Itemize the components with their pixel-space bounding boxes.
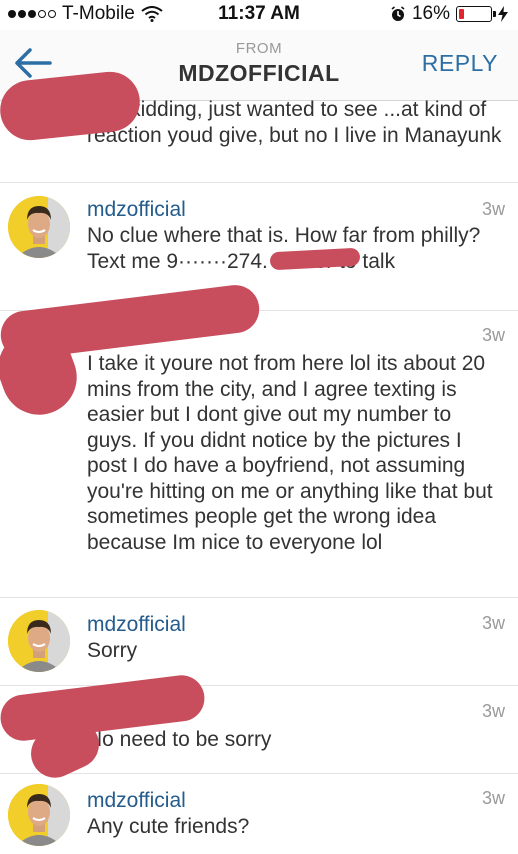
alarm-icon <box>391 6 405 21</box>
message-item: mdzofficial 3w No clue where that is. Ho… <box>0 183 518 311</box>
avatar[interactable] <box>8 196 70 258</box>
message-username[interactable]: mdzofficial <box>87 198 186 222</box>
message-text: was kidding, just wanted to see ...at ki… <box>87 98 502 147</box>
message-item: mdzofficial 3w Any cute friends? <box>0 774 518 854</box>
message-timestamp: 3w <box>481 701 505 721</box>
avatar[interactable] <box>8 784 70 846</box>
message-text: Sorry <box>87 639 138 662</box>
message-text: I take it youre not from here lol its ab… <box>87 352 493 554</box>
reply-button[interactable]: REPLY <box>422 50 498 77</box>
status-right: 16% <box>390 3 508 25</box>
message-username[interactable]: mdzofficial <box>87 789 186 813</box>
message-item: 3w I take it youre not from here lol its… <box>0 311 518 598</box>
message-timestamp: 3w <box>481 788 505 808</box>
battery-percent: 16% <box>411 3 450 24</box>
profile-photo-icon <box>8 196 70 258</box>
message-username[interactable]: mdzofficial <box>87 613 186 637</box>
profile-photo-icon <box>8 784 70 846</box>
status-bar: T-Mobile 11:37 AM 16% <box>0 0 518 30</box>
message-text: Any cute friends? <box>87 815 250 838</box>
message-item: mdzofficial 3w Sorry <box>0 598 518 686</box>
avatar[interactable] <box>8 610 70 672</box>
message-timestamp: 3w <box>481 325 505 345</box>
message-timestamp: 3w <box>481 199 505 219</box>
battery-icon <box>456 6 496 22</box>
bolt-icon <box>498 6 508 22</box>
message-text: No need to be sorry <box>87 728 272 751</box>
profile-photo-icon <box>8 610 70 672</box>
message-timestamp: 3w <box>481 613 505 633</box>
